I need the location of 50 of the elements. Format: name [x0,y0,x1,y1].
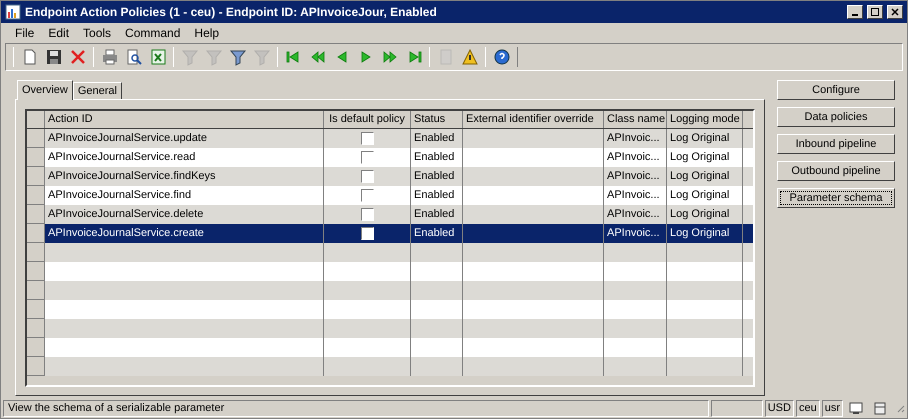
checkbox[interactable] [360,132,374,145]
checkbox[interactable] [360,151,374,164]
checkbox[interactable] [360,170,374,183]
status-field: USD [764,400,794,416]
action-button[interactable]: Outbound pipeline [777,161,895,181]
status-panel [710,400,763,416]
action-button[interactable]: Inbound pipeline [777,134,895,154]
tab[interactable]: General [72,82,122,99]
column-header: Logging mode [667,111,743,128]
table-row[interactable]: APInvoiceJournalService.update Enabled APInvoic... Log Original [27,129,753,148]
maximize-button[interactable] [867,5,883,19]
menu-item[interactable]: Help [188,24,226,42]
action-button[interactable]: Data policies [777,107,895,127]
column-header: Status [411,111,463,128]
action-button[interactable]: Parameter schema [777,188,895,208]
printer-icon[interactable] [100,48,118,66]
status-field: usr [822,400,843,416]
menu-item[interactable]: Edit [42,24,76,42]
print-preview-icon[interactable] [124,48,142,66]
spreadsheet-icon[interactable] [148,48,166,66]
menu-item[interactable]: Command [119,24,186,42]
table-row[interactable]: APInvoiceJournalService.find Enabled APInvoic... Log Original [27,186,753,205]
menu-item[interactable]: Tools [77,24,118,42]
column-header: Is default policy [324,111,411,128]
action-button[interactable]: Configure [777,80,895,100]
status-field: ceu [796,400,820,416]
column-header: External identifier override [463,111,604,128]
help-icon[interactable] [492,48,510,66]
window-title: Endpoint Action Policies (1 - ceu) - Endpoint ID: APInvoiceJour, Enabled [25,4,438,21]
minimize-button[interactable] [847,5,863,19]
save-icon[interactable] [44,48,62,66]
table-row[interactable]: APInvoiceJournalService.findKeys Enabled APInvoic... Log Original [27,167,753,186]
column-header: Action ID [45,111,324,128]
close-icon [891,8,899,16]
column-header: Class name [604,111,667,128]
checkbox[interactable] [360,208,374,221]
status-message: View the schema of a serializable parameter [3,400,709,416]
funnel-icon[interactable] [228,48,246,66]
checkbox[interactable] [360,189,374,202]
tab[interactable]: Overview [17,80,73,100]
table-row[interactable]: APInvoiceJournalService.delete Enabled APInvoic... Log Original [27,205,753,224]
table-row[interactable]: APInvoiceJournalService.create Enabled APInvoic... Log Original [27,224,753,243]
warning-icon[interactable] [460,48,478,66]
checkbox[interactable] [360,227,374,240]
menu-item[interactable]: File [9,24,40,42]
table-row[interactable]: APInvoiceJournalService.read Enabled APInvoic... Log Original [27,148,753,167]
close-button[interactable] [887,5,903,19]
app-icon [5,4,21,20]
delete-icon[interactable] [68,48,86,66]
maximize-icon [871,8,879,16]
